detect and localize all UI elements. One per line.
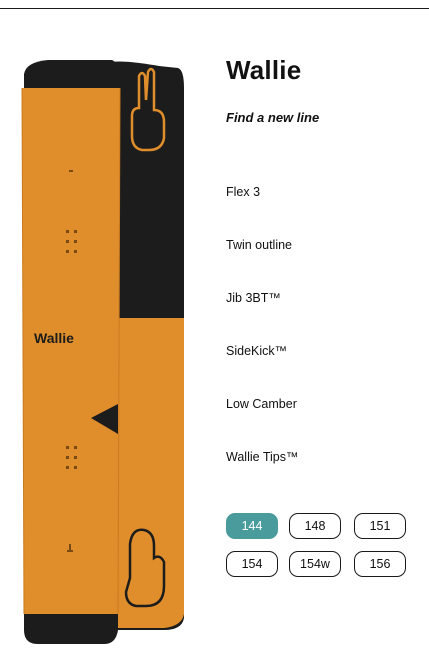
snowboard-illustration: Wallie bbox=[21, 60, 184, 644]
size-button-156[interactable]: 156 bbox=[354, 551, 406, 577]
feature-item-outline: Twin outline bbox=[226, 238, 293, 252]
feature-list: Flex 3 Twin outline Jib 3BT™ SideKick™ L… bbox=[226, 182, 298, 500]
product-title: Wallie bbox=[226, 55, 302, 85]
product-image: Wallie bbox=[14, 58, 189, 646]
size-button-148[interactable]: 148 bbox=[289, 513, 341, 539]
size-button-144[interactable]: 144 bbox=[226, 513, 278, 539]
feature-item-tips: Wallie Tips™ bbox=[226, 450, 299, 464]
feature-item-camber: Low Camber bbox=[226, 397, 297, 411]
size-button-154[interactable]: 154 bbox=[226, 551, 278, 577]
top-divider bbox=[0, 8, 429, 9]
feature-item-sidekick: SideKick™ bbox=[226, 344, 288, 358]
product-tagline: Find a new line bbox=[226, 110, 320, 125]
feature-item-jib: Jib 3BT™ bbox=[226, 291, 281, 305]
feature-item-flex: Flex 3 bbox=[226, 185, 261, 199]
board-logo-text: Wallie bbox=[34, 330, 74, 346]
size-button-154w[interactable]: 154w bbox=[289, 551, 341, 577]
size-button-151[interactable]: 151 bbox=[354, 513, 406, 539]
